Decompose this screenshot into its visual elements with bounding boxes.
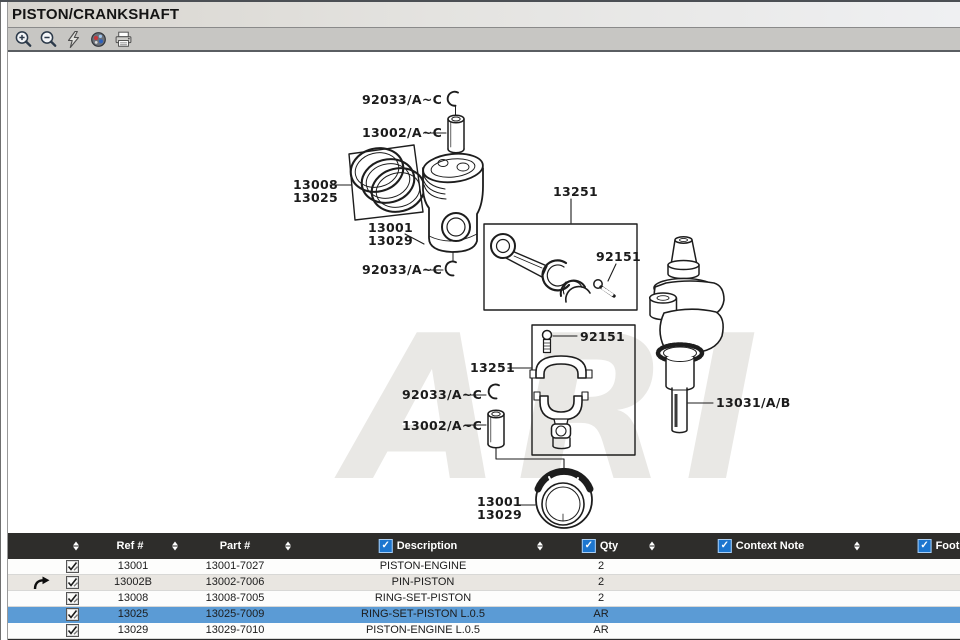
page-title: PISTON/CRANKSHAFT	[8, 6, 179, 23]
part-label-92151-box1[interactable]: 92151	[596, 249, 641, 264]
edit-checkbox-icon[interactable]	[66, 560, 79, 573]
cell-qty: 2	[598, 559, 604, 574]
cell-part: 13001-7027	[206, 559, 265, 574]
edit-checkbox-icon[interactable]	[66, 576, 79, 589]
cell-part: 13029-7010	[206, 623, 265, 638]
table-row[interactable]: 13002B 13002-7006 PIN-PISTON 2	[8, 575, 960, 591]
sort-icon[interactable]	[537, 542, 543, 551]
table-row[interactable]: 13008 13008-7005 RING-SET-PISTON 2	[8, 591, 960, 607]
checkbox-icon[interactable]	[918, 539, 932, 553]
cell-desc: RING-SET-PISTON L.0.5	[361, 607, 485, 622]
part-label-13029-top[interactable]: 13029	[368, 233, 413, 248]
cell-ref: 13008	[118, 591, 149, 606]
titlebar: PISTON/CRANKSHAFT	[8, 2, 960, 28]
part-label-13031[interactable]: 13031/A/B	[716, 395, 791, 410]
cell-qty: AR	[593, 607, 608, 622]
edit-checkbox-icon[interactable]	[66, 608, 79, 621]
column-header-description-label: Description	[397, 540, 458, 552]
cell-desc: PIN-PISTON	[392, 575, 455, 590]
edit-checkbox-icon[interactable]	[66, 624, 79, 637]
cell-ref: 13001	[118, 559, 149, 574]
diagram-area: ARI	[0, 54, 960, 533]
part-label-92033-bottom[interactable]: 92033/A~C	[402, 387, 482, 402]
column-header-qty[interactable]: Qty	[582, 533, 618, 559]
cell-qty: 2	[598, 575, 604, 590]
print-icon	[114, 30, 133, 49]
column-header-context-note-label: Context Note	[736, 540, 804, 552]
current-row-arrow-icon	[32, 576, 51, 590]
column-header-qty-label: Qty	[600, 540, 618, 552]
column-header-ref[interactable]: Ref #	[117, 533, 144, 559]
checkbox-icon[interactable]	[718, 539, 732, 553]
cell-part: 13002-7006	[206, 575, 265, 590]
cell-desc: RING-SET-PISTON	[375, 591, 471, 606]
cell-qty: AR	[593, 623, 608, 638]
parts-catalog-window: { "window": {"title": "PISTON/CRANKSHAFT…	[0, 0, 960, 640]
exploded-parts-drawing: ARI	[0, 54, 960, 533]
hotspots-button[interactable]	[88, 29, 109, 49]
zoom-in-button[interactable]	[13, 29, 34, 49]
zoom-out-icon	[39, 30, 58, 49]
column-header-foot-note-label: Foot N	[936, 540, 960, 552]
cell-ref: 13025	[118, 607, 149, 622]
piston-top-drawing	[422, 151, 485, 261]
cell-ref: 13002B	[114, 575, 152, 590]
cell-part: 13008-7005	[206, 591, 265, 606]
sort-icon[interactable]	[649, 542, 655, 551]
sort-icon[interactable]	[73, 542, 79, 551]
piston-pin-top-drawing	[448, 115, 464, 153]
table-row[interactable]: 13001 13001-7027 PISTON-ENGINE 2	[8, 559, 960, 575]
column-header-description[interactable]: Description	[379, 533, 458, 559]
piston-bottom-drawing	[536, 471, 592, 528]
parts-table: Ref # Part # Description Qty Context Not…	[8, 533, 960, 640]
column-header-part[interactable]: Part #	[220, 533, 251, 559]
left-splitter[interactable]	[0, 2, 8, 640]
circlip-top-drawing	[448, 92, 458, 106]
part-label-13002-top[interactable]: 13002/A~C	[362, 125, 442, 140]
lightning-icon	[65, 30, 82, 49]
sort-icon[interactable]	[285, 542, 291, 551]
conrod1-drawing	[491, 234, 614, 302]
interactive-mode-button[interactable]	[63, 29, 84, 49]
sort-icon[interactable]	[172, 542, 178, 551]
hotspots-icon	[89, 30, 108, 49]
cell-desc: PISTON-ENGINE	[380, 559, 467, 574]
cell-qty: 2	[598, 591, 604, 606]
circlip-mid-drawing	[446, 261, 456, 275]
part-label-92151-box2[interactable]: 92151	[580, 329, 625, 344]
print-button[interactable]	[113, 29, 134, 49]
part-label-13251-box1[interactable]: 13251	[553, 184, 598, 199]
table-row[interactable]: 13029 13029-7010 PISTON-ENGINE L.0.5 AR	[8, 623, 960, 639]
cell-part: 13025-7009	[206, 607, 265, 622]
part-label-92033-mid[interactable]: 92033/A~C	[362, 262, 442, 277]
part-label-13251-box2[interactable]: 13251	[470, 360, 515, 375]
table-header: Ref # Part # Description Qty Context Not…	[8, 533, 960, 559]
part-label-13002-bottom[interactable]: 13002/A~C	[402, 418, 482, 433]
table-row-selected[interactable]: 13025 13025-7009 RING-SET-PISTON L.0.5 A…	[8, 607, 960, 623]
part-label-13025[interactable]: 13025	[293, 190, 338, 205]
toolbar	[8, 28, 960, 52]
checkbox-icon[interactable]	[379, 539, 393, 553]
cell-desc: PISTON-ENGINE L.0.5	[366, 623, 480, 638]
piston-rings-drawing	[346, 143, 429, 218]
zoom-out-button[interactable]	[38, 29, 59, 49]
column-header-context-note[interactable]: Context Note	[718, 533, 804, 559]
column-header-foot-note[interactable]: Foot N	[918, 533, 960, 559]
part-label-13029-bottom[interactable]: 13029	[477, 507, 522, 522]
edit-checkbox-icon[interactable]	[66, 592, 79, 605]
part-label-92033-top[interactable]: 92033/A~C	[362, 92, 442, 107]
zoom-in-icon	[14, 30, 33, 49]
sort-icon[interactable]	[854, 542, 860, 551]
cell-ref: 13029	[118, 623, 149, 638]
checkbox-icon[interactable]	[582, 539, 596, 553]
